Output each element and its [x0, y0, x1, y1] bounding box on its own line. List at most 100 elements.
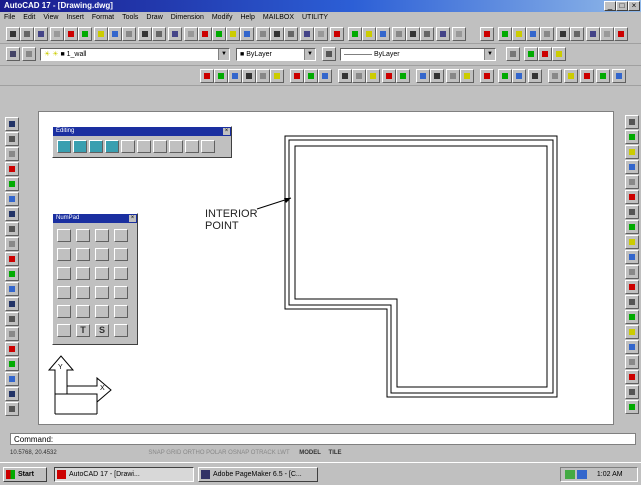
standard-tool-35[interactable]: [526, 27, 540, 41]
menu-item[interactable]: Draw: [146, 14, 162, 21]
numpad-key[interactable]: [95, 267, 109, 280]
numpad-key[interactable]: [76, 248, 90, 261]
numpad-key[interactable]: [95, 286, 109, 299]
menu-item[interactable]: Edit: [23, 14, 35, 21]
start-button[interactable]: Start: [3, 467, 47, 482]
draw-tool-5[interactable]: [5, 177, 19, 191]
dimension-tool-19[interactable]: [480, 69, 494, 83]
menu-item[interactable]: Help: [240, 14, 254, 21]
editing-tool[interactable]: [105, 140, 119, 153]
numpad-key[interactable]: [57, 305, 71, 318]
linetype-icon[interactable]: [322, 47, 336, 61]
numpad-key[interactable]: [114, 305, 128, 318]
menu-item[interactable]: Tools: [122, 14, 138, 21]
editing-palette-titlebar[interactable]: Editing ×: [53, 127, 231, 136]
numpad-key[interactable]: [57, 229, 71, 242]
linetype-combo[interactable]: ———— ByLayer ▼: [340, 48, 496, 61]
editing-tool[interactable]: [121, 140, 135, 153]
numpad-key[interactable]: [95, 248, 109, 261]
standard-tool-26[interactable]: [376, 27, 390, 41]
editing-palette[interactable]: Editing ×: [52, 126, 232, 158]
editing-tool[interactable]: [57, 140, 71, 153]
dimension-tool-1[interactable]: [200, 69, 214, 83]
modify-tool-7[interactable]: [625, 205, 639, 219]
standard-tool-32[interactable]: [480, 27, 494, 41]
dimension-tool-25[interactable]: [580, 69, 594, 83]
draw-tool-10[interactable]: [5, 252, 19, 266]
numpad-key[interactable]: [95, 229, 109, 242]
standard-tool-2[interactable]: [20, 27, 34, 41]
numpad-palette-titlebar[interactable]: NumPad ×: [53, 214, 137, 223]
draw-tool-9[interactable]: [5, 237, 19, 251]
draw-tool-18[interactable]: [5, 372, 19, 386]
dimension-tool-21[interactable]: [512, 69, 526, 83]
menu-item[interactable]: File: [4, 14, 15, 21]
numpad-key[interactable]: [57, 267, 71, 280]
modify-tool-16[interactable]: [625, 340, 639, 354]
draw-tool-6[interactable]: [5, 192, 19, 206]
standard-tool-27[interactable]: [392, 27, 406, 41]
standard-tool-29[interactable]: [420, 27, 434, 41]
numpad-key[interactable]: [76, 286, 90, 299]
standard-tool-30[interactable]: [436, 27, 450, 41]
dimension-tool-10[interactable]: [338, 69, 352, 83]
menu-item[interactable]: UTILITY: [302, 14, 328, 21]
numpad-key[interactable]: [114, 324, 128, 337]
menu-item[interactable]: Format: [92, 14, 114, 21]
menu-item[interactable]: View: [43, 14, 58, 21]
standard-tool-22[interactable]: [314, 27, 328, 41]
standard-tool-37[interactable]: [556, 27, 570, 41]
draw-tool-15[interactable]: [5, 327, 19, 341]
task-pagemaker[interactable]: Adobe PageMaker 6.5 - [C...: [198, 467, 318, 482]
numpad-key[interactable]: [114, 229, 128, 242]
draw-tool-14[interactable]: [5, 312, 19, 326]
standard-tool-11[interactable]: [152, 27, 166, 41]
modify-tool-17[interactable]: [625, 355, 639, 369]
editing-tool[interactable]: [185, 140, 199, 153]
standard-tool-1[interactable]: [6, 27, 20, 41]
editing-tool[interactable]: [169, 140, 183, 153]
dimension-tool-3[interactable]: [228, 69, 242, 83]
dimension-tool-15[interactable]: [416, 69, 430, 83]
layer-combo[interactable]: ☀ ☀ ■ 1_wall ▼: [40, 48, 230, 61]
standard-tool-15[interactable]: [212, 27, 226, 41]
standard-tool-18[interactable]: [256, 27, 270, 41]
standard-tool-17[interactable]: [240, 27, 254, 41]
modify-tool-11[interactable]: [625, 265, 639, 279]
standard-tool-21[interactable]: [300, 27, 314, 41]
numpad-key[interactable]: [114, 286, 128, 299]
dimension-tool-7[interactable]: [290, 69, 304, 83]
properties-button[interactable]: [538, 47, 552, 61]
dimension-tool-4[interactable]: [242, 69, 256, 83]
minimize-button[interactable]: _: [604, 1, 616, 11]
draw-tool-19[interactable]: [5, 387, 19, 401]
standard-tool-13[interactable]: [184, 27, 198, 41]
standard-tool-25[interactable]: [362, 27, 376, 41]
modify-tool-8[interactable]: [625, 220, 639, 234]
standard-tool-16[interactable]: [226, 27, 240, 41]
dimension-tool-16[interactable]: [430, 69, 444, 83]
dimension-tool-22[interactable]: [528, 69, 542, 83]
menu-item[interactable]: MAILBOX: [263, 14, 294, 21]
dimension-tool-24[interactable]: [564, 69, 578, 83]
dimension-tool-8[interactable]: [304, 69, 318, 83]
task-autocad[interactable]: AutoCAD 17 - [Drawi...: [54, 467, 194, 482]
status-modes[interactable]: SNAP GRID ORTHO POLAR OSNAP OTRACK LWT: [148, 450, 289, 456]
modify-tool-2[interactable]: [625, 130, 639, 144]
editing-tool[interactable]: [153, 140, 167, 153]
command-line[interactable]: Command:: [10, 433, 636, 445]
editing-tool[interactable]: [201, 140, 215, 153]
draw-tool-7[interactable]: [5, 207, 19, 221]
draw-tool-17[interactable]: [5, 357, 19, 371]
dimension-tool-26[interactable]: [596, 69, 610, 83]
dimension-tool-2[interactable]: [214, 69, 228, 83]
draw-tool-12[interactable]: [5, 282, 19, 296]
numpad-key[interactable]: [114, 267, 128, 280]
dimension-tool-14[interactable]: [396, 69, 410, 83]
modify-tool-20[interactable]: [625, 400, 639, 414]
linetype2-button[interactable]: [524, 47, 538, 61]
tray-icon[interactable]: [565, 469, 575, 479]
draw-tool-3[interactable]: [5, 147, 19, 161]
make-current-button[interactable]: [22, 47, 36, 61]
color-combo[interactable]: ■ ByLayer ▼: [236, 48, 316, 61]
